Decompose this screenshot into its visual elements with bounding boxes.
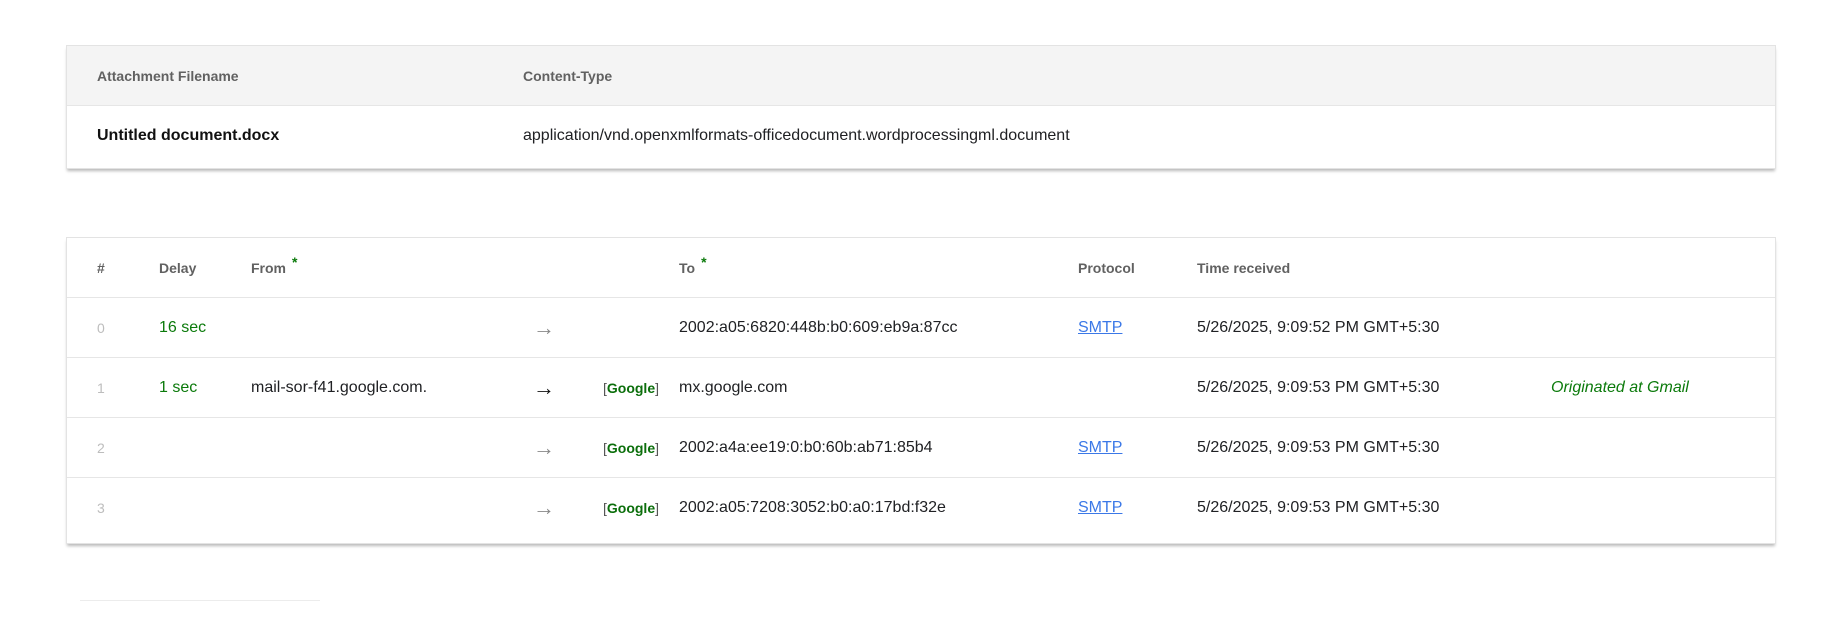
hop-row: 3 → [Google] 2002:a05:7208:3052:b0:a0:17… <box>67 478 1775 538</box>
attachment-filename: Untitled document.docx <box>97 127 280 144</box>
hop-number: 1 <box>97 380 105 396</box>
hop-row: 1 1 sec mail-sor-f41.google.com. → [Goog… <box>67 358 1775 418</box>
header-from-label: From <box>251 260 286 276</box>
arrow-right-icon: → <box>533 435 555 460</box>
header-to-label: To <box>679 260 696 276</box>
hop-row: 2 → [Google] 2002:a4a:ee19:0:b0:60b:ab71… <box>67 418 1775 478</box>
google-server-tag: [Google] <box>603 358 659 418</box>
hop-to: 2002:a05:6820:448b:b0:609:eb9a:87cc <box>679 319 958 336</box>
google-server-tag: [Google] <box>603 478 659 538</box>
received-hops-table: # Delay From * To * Protocol Time received… <box>66 237 1776 544</box>
header-time-received: Time received <box>1197 260 1291 276</box>
hop-time-received: 5/26/2025, 9:09:52 PM GMT+5:30 <box>1197 319 1440 336</box>
arrow-right-icon: → <box>533 315 555 340</box>
from-required-star: * <box>292 254 298 270</box>
hop-delay: 16 sec <box>159 319 207 336</box>
google-server-tag: [Google] <box>603 418 659 478</box>
hop-protocol-link[interactable]: SMTP <box>1078 298 1122 358</box>
hop-to: 2002:a4a:ee19:0:b0:60b:ab71:85b4 <box>679 439 933 456</box>
hop-note: Originated at Gmail <box>1551 379 1689 396</box>
tag-bracket-close: ] <box>655 440 660 456</box>
attachments-header-row: Attachment Filename Content-Type <box>67 46 1775 106</box>
hop-from: mail-sor-f41.google.com. <box>251 379 428 396</box>
hop-to: 2002:a05:7208:3052:b0:a0:17bd:f32e <box>679 499 946 516</box>
tag-name: Google <box>606 440 656 456</box>
hop-row: 0 16 sec → 2002:a05:6820:448b:b0:609:eb9… <box>67 298 1775 358</box>
next-section-edge <box>80 600 320 621</box>
hop-number: 0 <box>97 320 105 336</box>
hop-to: mx.google.com <box>679 379 788 396</box>
hop-time-received: 5/26/2025, 9:09:53 PM GMT+5:30 <box>1197 379 1440 396</box>
header-from: From * <box>251 238 297 298</box>
hops-header-row: # Delay From * To * Protocol Time received <box>67 238 1775 298</box>
header-attachment-filename: Attachment Filename <box>97 68 239 84</box>
tag-bracket-close: ] <box>655 380 660 396</box>
header-hop-number: # <box>97 260 105 276</box>
attachments-table: Attachment Filename Content-Type Untitle… <box>66 45 1776 169</box>
tag-bracket-close: ] <box>655 500 660 516</box>
tag-name: Google <box>606 500 656 516</box>
hop-protocol-link[interactable]: SMTP <box>1078 478 1122 538</box>
attachment-content-type: application/vnd.openxmlformats-officedoc… <box>523 127 1070 144</box>
header-to: To * <box>679 238 707 298</box>
header-protocol: Protocol <box>1078 260 1135 276</box>
arrow-right-icon: → <box>533 495 555 520</box>
tag-name: Google <box>606 380 656 396</box>
arrow-right-icon: → <box>533 375 555 400</box>
hop-time-received: 5/26/2025, 9:09:53 PM GMT+5:30 <box>1197 439 1440 456</box>
header-delay: Delay <box>159 260 197 276</box>
hop-number: 3 <box>97 500 105 516</box>
hop-delay: 1 sec <box>159 379 198 396</box>
hop-number: 2 <box>97 440 105 456</box>
to-required-star: * <box>701 254 707 270</box>
hop-time-received: 5/26/2025, 9:09:53 PM GMT+5:30 <box>1197 499 1440 516</box>
hop-protocol-link[interactable]: SMTP <box>1078 418 1122 478</box>
attachment-row: Untitled document.docx application/vnd.o… <box>67 106 1775 166</box>
header-content-type: Content-Type <box>523 68 613 84</box>
